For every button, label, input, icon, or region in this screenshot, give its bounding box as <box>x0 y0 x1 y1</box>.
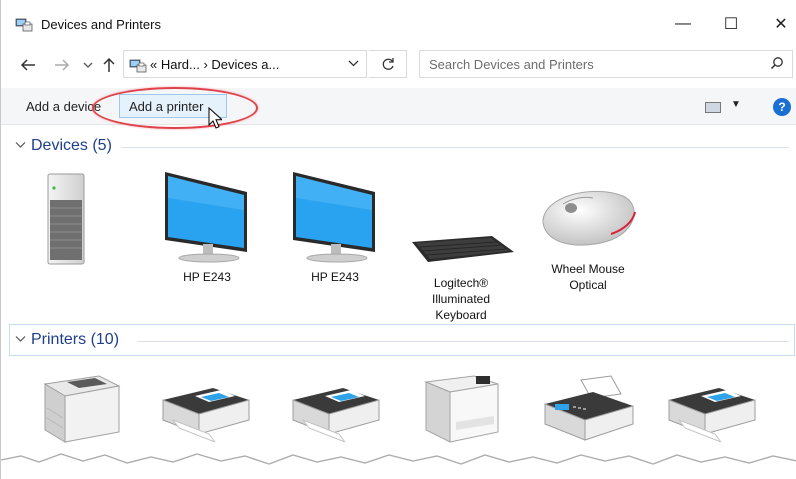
fax-icon <box>544 375 634 441</box>
printer-item[interactable] <box>663 376 759 447</box>
annotation-highlight-ring <box>92 87 258 129</box>
printers-group-header[interactable]: Printers (10) <box>11 330 796 352</box>
address-dropdown-button[interactable] <box>348 56 359 70</box>
view-options-icon[interactable] <box>705 102 721 113</box>
up-button[interactable] <box>98 54 120 76</box>
breadcrumb[interactable]: « Hard... › Devices a... <box>150 57 279 72</box>
minimize-button[interactable]: — <box>663 9 703 39</box>
search-box[interactable]: Search Devices and Printers <box>419 50 793 78</box>
device-item-monitor[interactable]: HP E243 <box>155 168 259 285</box>
torn-edge-decoration <box>1 453 796 479</box>
arrow-right-icon <box>55 59 70 71</box>
mouse-icon <box>542 190 636 246</box>
printer-item[interactable] <box>35 372 125 449</box>
computer-tower-icon <box>47 173 85 265</box>
monitor-icon <box>165 172 247 263</box>
devices-group-title: Devices (5) <box>31 137 112 154</box>
printers-group-title: Printers (10) <box>31 331 120 348</box>
arrow-left-icon <box>20 59 35 71</box>
collapse-chevron-icon[interactable] <box>15 332 26 346</box>
monitor-icon <box>293 172 375 263</box>
printer-item[interactable] <box>287 376 383 447</box>
printer-item[interactable] <box>541 374 637 447</box>
device-label: HP E243 <box>311 270 359 284</box>
device-label: Logitech® Illuminated Keyboard <box>431 276 491 322</box>
search-icon[interactable] <box>770 56 784 73</box>
chevron-down-icon <box>348 60 359 67</box>
forward-button[interactable] <box>51 54 73 76</box>
arrow-up-icon <box>103 57 115 72</box>
back-button[interactable] <box>17 54 39 76</box>
device-item-monitor[interactable]: HP E243 <box>283 168 387 285</box>
navigation-bar: « Hard... › Devices a... Search Devices … <box>1 46 796 82</box>
view-options-dropdown[interactable]: ▼ <box>731 99 741 110</box>
refresh-icon <box>382 58 394 70</box>
printer-item[interactable] <box>419 372 505 449</box>
group-divider <box>121 147 789 148</box>
device-item-computer[interactable] <box>31 170 101 271</box>
close-button[interactable]: ✕ <box>761 9 796 39</box>
recent-locations-button[interactable] <box>77 54 99 76</box>
color-printer-icon <box>424 375 499 443</box>
help-button[interactable]: ? <box>773 98 791 116</box>
laser-printer-icon <box>43 375 121 443</box>
devices-group-header[interactable]: Devices (5) <box>11 136 796 158</box>
devices-and-printers-window: Devices and Printers — ☐ ✕ « Hard... › D… <box>0 0 796 479</box>
refresh-button[interactable] <box>369 50 407 78</box>
device-item-keyboard[interactable]: Logitech® Illuminated Keyboard <box>401 228 521 323</box>
device-label: HP E243 <box>183 270 231 284</box>
address-bar[interactable]: « Hard... › Devices a... <box>123 50 367 78</box>
printer-item[interactable] <box>157 376 253 447</box>
printer-icon <box>668 388 756 444</box>
devices-and-printers-icon <box>129 59 147 73</box>
window-title: Devices and Printers <box>41 17 161 32</box>
search-placeholder: Search Devices and Printers <box>429 57 594 72</box>
group-divider <box>137 341 789 342</box>
device-item-mouse[interactable]: Wheel Mouse Optical <box>529 182 647 293</box>
device-label: Wheel Mouse Optical <box>551 262 625 292</box>
mouse-cursor-icon <box>208 107 222 129</box>
printer-icon <box>162 388 250 444</box>
chevron-down-icon <box>83 62 93 68</box>
maximize-button[interactable]: ☐ <box>711 9 751 39</box>
collapse-chevron-icon[interactable] <box>15 138 26 152</box>
devices-and-printers-icon <box>15 18 33 32</box>
title-bar: Devices and Printers — ☐ ✕ <box>1 0 796 44</box>
keyboard-icon <box>412 236 514 262</box>
printer-icon <box>292 388 380 444</box>
